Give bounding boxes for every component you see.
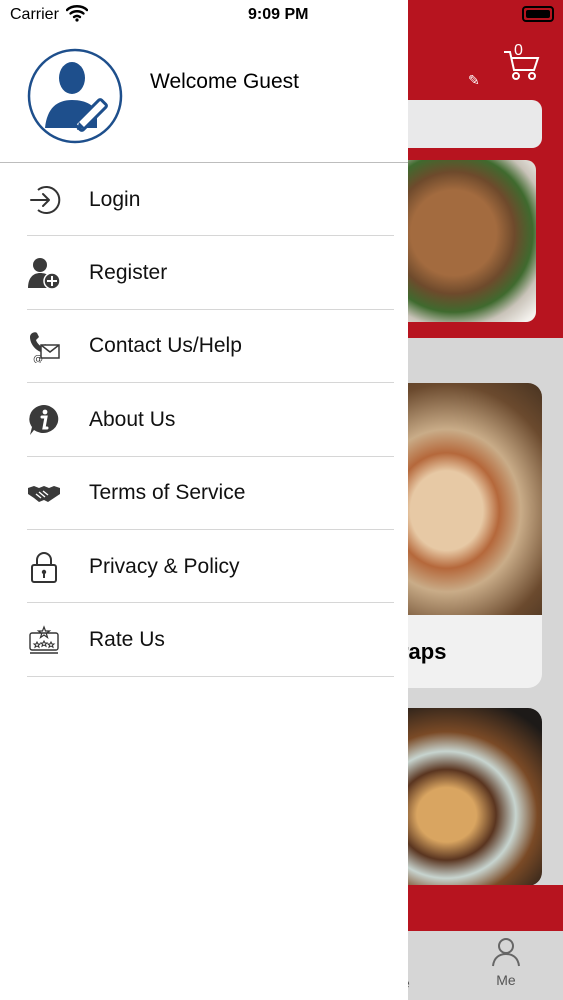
menu-item-login[interactable]: Login — [0, 163, 408, 237]
tab-me[interactable]: Me — [486, 935, 526, 988]
menu-item-contact[interactable]: @ Contact Us/Help — [0, 310, 408, 384]
user-edit-avatar-icon[interactable] — [27, 48, 123, 144]
info-bubble-icon — [26, 402, 62, 438]
status-bar: Carrier 9:09 PM — [0, 0, 408, 30]
menu-item-label: Rate Us — [89, 628, 165, 652]
phone-mail-icon: @ — [26, 328, 62, 364]
side-drawer: Carrier 9:09 PM Welcome Guest Login Regi… — [0, 0, 408, 1000]
cart-icon[interactable] — [502, 48, 542, 82]
menu-item-label: Privacy & Policy — [89, 554, 240, 578]
edit-pencil-icon[interactable]: ✎ — [468, 72, 480, 89]
handshake-icon — [26, 475, 62, 511]
menu-item-about[interactable]: About Us — [0, 383, 408, 457]
carrier-label: Carrier — [10, 6, 59, 23]
menu-item-privacy[interactable]: Privacy & Policy — [0, 530, 408, 604]
svg-text:@: @ — [33, 354, 43, 363]
status-time: 9:09 PM — [248, 6, 309, 23]
menu-item-register[interactable]: Register — [0, 236, 408, 311]
drawer-menu: Login Register @ Contact Us/Help About U… — [0, 163, 408, 678]
menu-item-label: Register — [89, 261, 168, 285]
menu-item-label: Login — [89, 187, 141, 211]
battery-icon — [522, 6, 554, 22]
menu-item-label: About Us — [89, 407, 176, 431]
login-arrow-icon — [26, 182, 62, 218]
lock-icon — [26, 549, 62, 585]
tab-me-label: Me — [496, 972, 516, 988]
menu-item-label: Terms of Service — [89, 481, 246, 505]
wifi-icon — [66, 5, 88, 22]
menu-item-terms[interactable]: Terms of Service — [0, 457, 408, 531]
add-user-icon — [26, 255, 62, 291]
person-icon — [492, 938, 520, 967]
menu-item-rate[interactable]: Rate Us — [0, 603, 408, 678]
menu-item-label: Contact Us/Help — [89, 334, 242, 358]
rating-stars-icon — [26, 622, 62, 658]
profile-header: Welcome Guest — [0, 30, 408, 162]
welcome-text: Welcome Guest — [150, 70, 299, 93]
